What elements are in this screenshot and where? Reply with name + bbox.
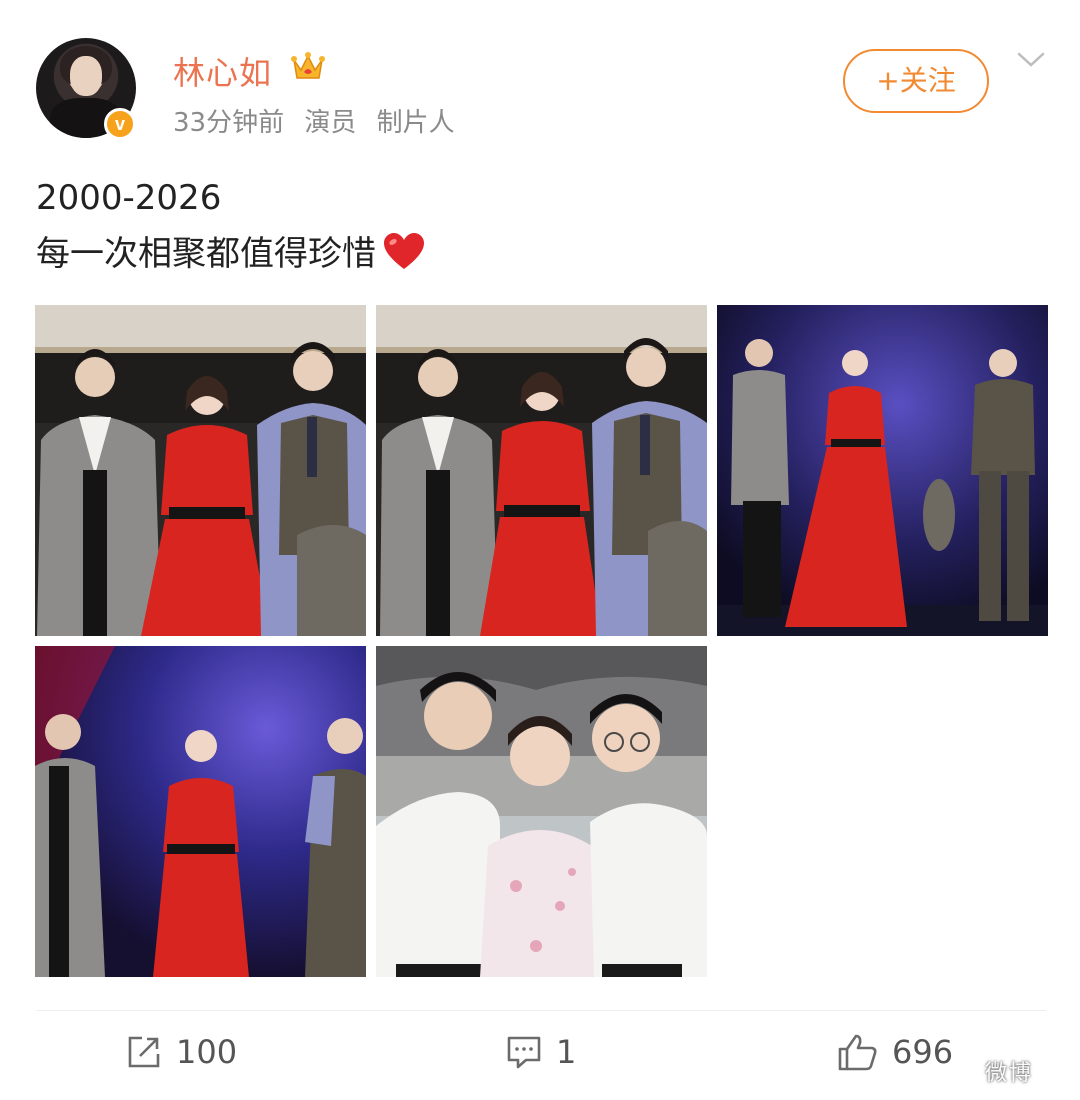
comment-count: 1 [556, 1033, 577, 1071]
comment-icon [507, 1036, 541, 1069]
chevron-down-icon[interactable] [1016, 50, 1046, 70]
post-photo-4[interactable] [35, 646, 366, 977]
post-text-line-2: 每一次相聚都值得珍惜 [36, 226, 426, 282]
post-content: 2000-2026 每一次相聚都值得珍惜 [36, 170, 426, 282]
heart-icon [384, 233, 424, 269]
author-tag-producer: 制片人 [376, 108, 455, 138]
footer-divider [36, 1010, 1046, 1011]
post-photo-3[interactable] [717, 305, 1048, 636]
post-text-line-1: 2000-2026 [36, 178, 222, 218]
post-text-line-2-text: 每一次相聚都值得珍惜 [36, 234, 376, 274]
post-photo-5[interactable] [376, 646, 707, 977]
thumbs-up-icon [838, 1034, 877, 1071]
author-tag-actor: 演员 [304, 108, 357, 138]
repost-count: 100 [176, 1033, 238, 1071]
follow-button[interactable]: +关注 [843, 49, 989, 113]
repost-icon [128, 1036, 160, 1068]
post-photo-2[interactable] [376, 305, 707, 636]
post-photo-1[interactable] [35, 305, 366, 636]
comment-button[interactable]: 1 [506, 1030, 576, 1074]
weibo-watermark: 微博 [985, 1061, 1034, 1086]
like-button[interactable]: 696 [838, 1030, 953, 1074]
crown-icon [291, 52, 325, 79]
post-meta: 33分钟前 演员 制片人 [173, 102, 467, 139]
repost-button[interactable]: 100 [126, 1030, 237, 1074]
verified-badge: v [104, 108, 136, 140]
like-count: 696 [892, 1033, 954, 1071]
author-name[interactable]: 林心如 [173, 48, 272, 94]
post-time: 33分钟前 [173, 108, 285, 138]
